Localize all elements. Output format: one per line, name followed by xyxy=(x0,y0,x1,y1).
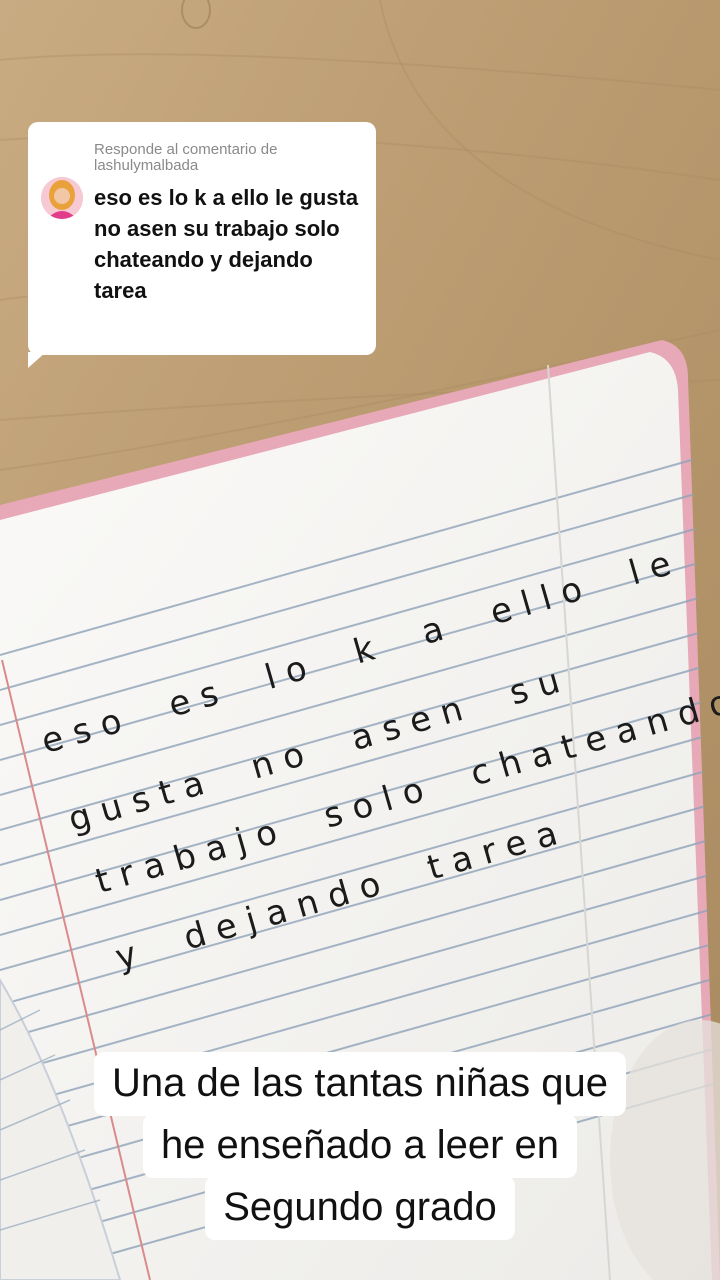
caption-line-1: Una de las tantas niñas que xyxy=(94,1052,626,1116)
reply-header: Responde al comentario de lashulymalbada xyxy=(94,142,364,174)
reply-label: Responde al comentario de xyxy=(94,141,278,158)
caption-line-3: Segundo grado xyxy=(205,1176,515,1240)
caption-line-2: he enseñado a leer en xyxy=(142,1114,578,1178)
caption: Una de las tantas niñas que he enseñado … xyxy=(0,1052,720,1240)
video-frame: eso es lo k a ello le gusta no asen su t… xyxy=(0,0,720,1280)
avatar-image xyxy=(41,177,83,219)
avatar[interactable] xyxy=(41,177,83,219)
reply-username[interactable]: lashulymalbada xyxy=(94,158,364,174)
reply-bubble-tail xyxy=(28,352,46,368)
reply-comment-text: eso es lo k a ello le gusta no asen su t… xyxy=(94,185,359,303)
reply-comment-card[interactable]: Responde al comentario de lashulymalbada… xyxy=(28,122,376,355)
